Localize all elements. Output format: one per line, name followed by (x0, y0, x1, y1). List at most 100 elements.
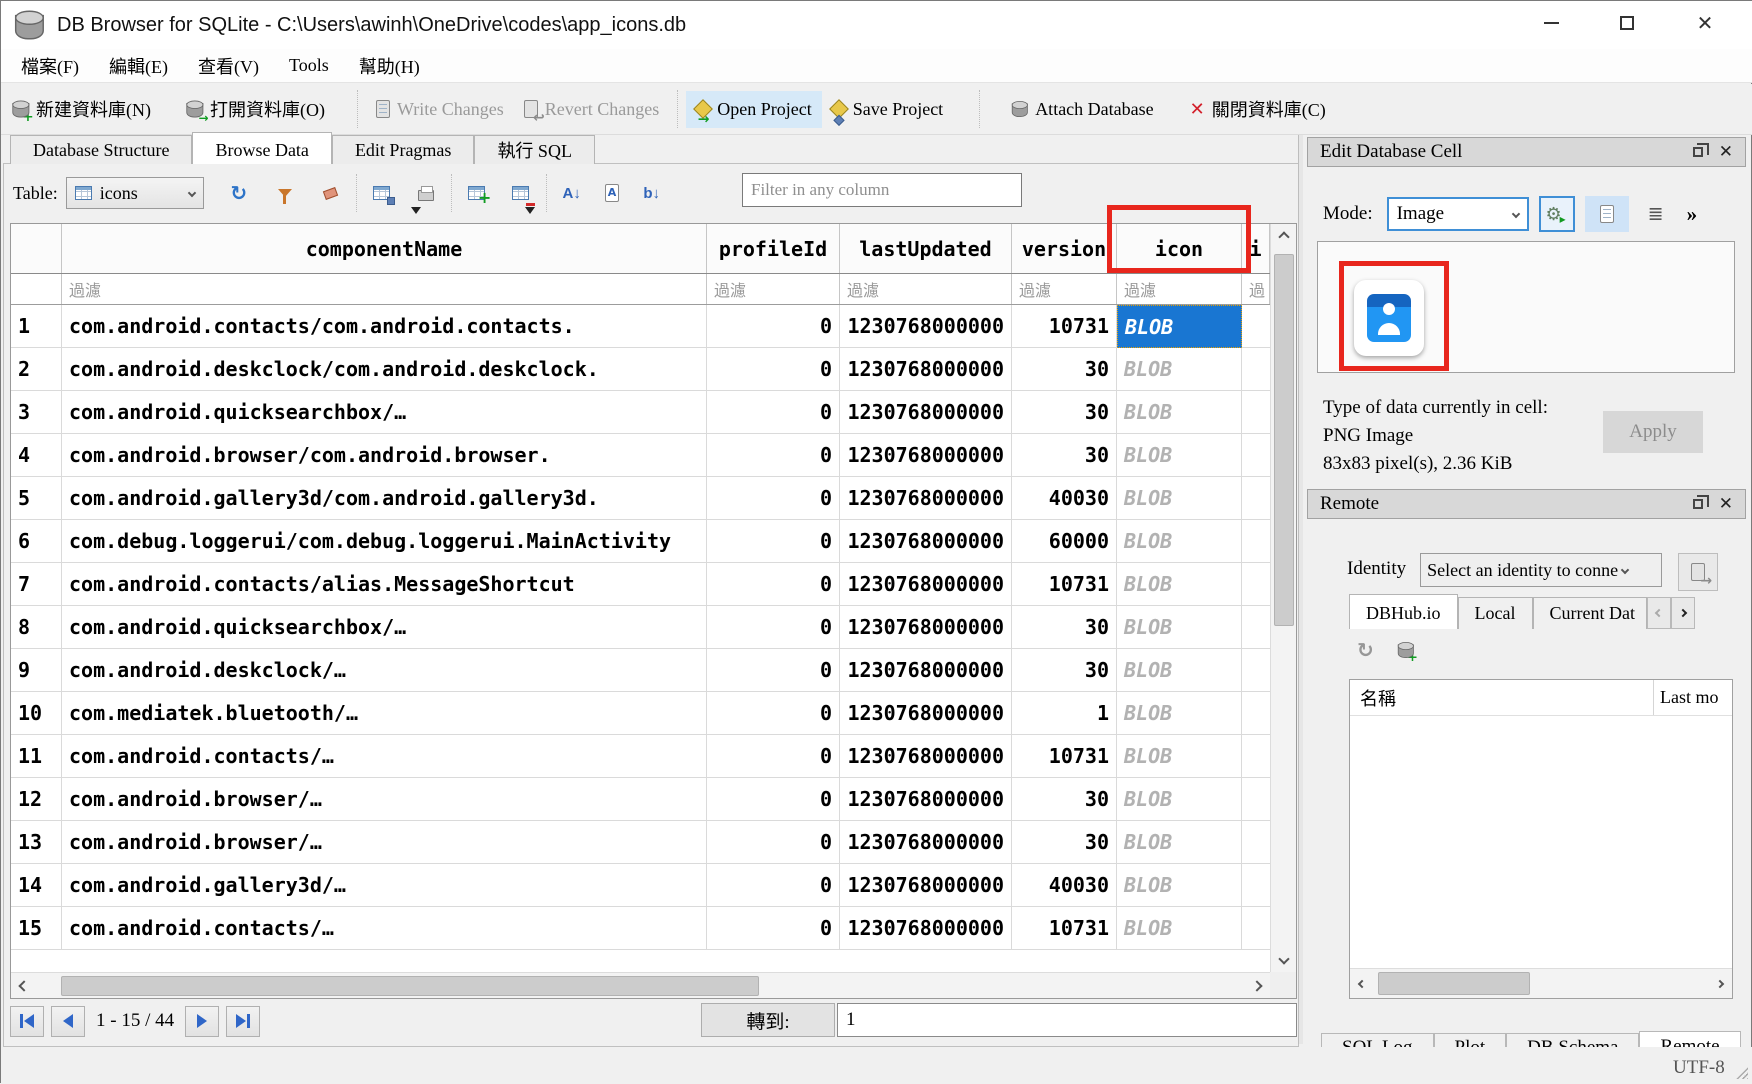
identity-apply-button[interactable]: → (1678, 553, 1718, 591)
last-record-button[interactable] (226, 1006, 260, 1037)
save-table-view-button[interactable] (365, 175, 399, 211)
filter-input-icon[interactable]: 過濾 (1117, 274, 1242, 304)
scroll-left-button[interactable] (11, 973, 37, 999)
tab-scroll-left-button[interactable] (1647, 597, 1671, 629)
cell-componentName[interactable]: com.android.contacts/… (62, 907, 707, 950)
table-row[interactable]: 4com.android.browser/com.android.browser… (11, 434, 1270, 477)
import-data-button[interactable]: ⚙ (1539, 196, 1575, 232)
cell-componentName[interactable]: com.android.deskclock/… (62, 649, 707, 692)
cell-lastUpdated[interactable]: 1230768000000 (840, 735, 1012, 778)
cell-icon-blob[interactable]: BLOB (1117, 821, 1242, 864)
row-number[interactable]: 7 (11, 563, 62, 606)
remote-col-name[interactable]: 名稱 (1350, 680, 1654, 715)
cell-icon-blob[interactable]: BLOB (1117, 305, 1242, 348)
save-project-button[interactable]: Save Project (822, 91, 953, 128)
row-number[interactable]: 6 (11, 520, 62, 563)
filter-any-column-input[interactable] (742, 173, 1022, 207)
vertical-scrollbar[interactable] (1270, 224, 1296, 972)
col-header-icon[interactable]: icon (1117, 224, 1242, 273)
cell-lastUpdated[interactable]: 1230768000000 (840, 563, 1012, 606)
filter-input-lastUpdated[interactable]: 過濾 (840, 274, 1012, 304)
table-row[interactable]: 3com.android.quicksearchbox/…01230768000… (11, 391, 1270, 434)
cell-version[interactable]: 1 (1012, 692, 1117, 735)
delete-record-button[interactable] (504, 175, 538, 211)
cell-version[interactable]: 30 (1012, 391, 1117, 434)
cell-profileId[interactable]: 0 (707, 907, 840, 950)
cell-version[interactable]: 30 (1012, 649, 1117, 692)
tab-execute-sql[interactable]: 執行 SQL (474, 135, 595, 164)
cell-lastUpdated[interactable]: 1230768000000 (840, 907, 1012, 950)
row-number[interactable]: 1 (11, 305, 62, 348)
scroll-right-button[interactable] (1708, 969, 1732, 998)
table-row[interactable]: 10com.mediatek.bluetooth/…01230768000000… (11, 692, 1270, 735)
cell-icon-blob[interactable]: BLOB (1117, 348, 1242, 391)
cell-lastUpdated[interactable]: 1230768000000 (840, 606, 1012, 649)
cell-icon-blob[interactable]: BLOB (1117, 692, 1242, 735)
cell-componentName[interactable]: com.android.quicksearchbox/… (62, 606, 707, 649)
cell-lastUpdated[interactable]: 1230768000000 (840, 305, 1012, 348)
cell-profileId[interactable]: 0 (707, 649, 840, 692)
cell-version[interactable]: 10731 (1012, 735, 1117, 778)
table-row[interactable]: 8com.android.quicksearchbox/…01230768000… (11, 606, 1270, 649)
cell-icon-blob[interactable]: BLOB (1117, 606, 1242, 649)
cell-componentName[interactable]: com.android.contacts/… (62, 735, 707, 778)
cell-version[interactable]: 30 (1012, 348, 1117, 391)
tab-database-structure[interactable]: Database Structure (10, 135, 192, 164)
dropdown-arrow-icon[interactable] (411, 207, 421, 214)
table-row[interactable]: 7com.android.contacts/alias.MessageShort… (11, 563, 1270, 606)
table-row[interactable]: 1com.android.contacts/com.android.contac… (11, 305, 1270, 348)
overflow-button[interactable]: » (1687, 202, 1698, 227)
cell-icon-blob[interactable]: BLOB (1117, 563, 1242, 606)
cell-version[interactable]: 60000 (1012, 520, 1117, 563)
cell-icon-blob[interactable]: BLOB (1117, 391, 1242, 434)
goto-button[interactable]: 轉到: (701, 1003, 835, 1037)
tab-dbhub[interactable]: DBHub.io (1349, 594, 1458, 629)
cell-lastUpdated[interactable]: 1230768000000 (840, 477, 1012, 520)
row-number[interactable]: 5 (11, 477, 62, 520)
dropdown-arrow-icon[interactable] (525, 207, 535, 214)
sort-desc-button[interactable]: b↓ (635, 175, 669, 211)
cell-lastUpdated[interactable]: 1230768000000 (840, 864, 1012, 907)
menu-tools[interactable]: Tools (281, 53, 337, 78)
row-number[interactable]: 11 (11, 735, 62, 778)
filter-input-profileId[interactable]: 過濾 (707, 274, 840, 304)
cell-profileId[interactable]: 0 (707, 606, 840, 649)
cell-profileId[interactable]: 0 (707, 391, 840, 434)
close-database-button[interactable]: ✕ 關閉資料庫(C) (1180, 88, 1336, 130)
first-record-button[interactable] (10, 1006, 44, 1037)
cell-profileId[interactable]: 0 (707, 778, 840, 821)
scroll-down-button[interactable] (1271, 946, 1297, 972)
filter-input-componentName[interactable]: 過濾 (62, 274, 707, 304)
cell-version[interactable]: 10731 (1012, 907, 1117, 950)
cell-lastUpdated[interactable]: 1230768000000 (840, 821, 1012, 864)
apply-button[interactable]: Apply (1603, 411, 1703, 453)
refresh-icon[interactable]: ↻ (1357, 638, 1374, 662)
revert-changes-button[interactable]: ↩ Revert Changes (514, 91, 669, 128)
print-button[interactable] (409, 175, 443, 211)
sort-asc-button[interactable]: A↓ (555, 175, 589, 211)
col-header-profileId[interactable]: profileId (707, 224, 840, 273)
refresh-table-button[interactable]: ↻ (222, 175, 256, 211)
open-project-button[interactable]: → Open Project (686, 91, 821, 128)
previous-record-button[interactable] (51, 1006, 85, 1037)
cell-version[interactable]: 40030 (1012, 477, 1117, 520)
scroll-right-button[interactable] (1244, 973, 1270, 999)
cell-lastUpdated[interactable]: 1230768000000 (840, 391, 1012, 434)
cell-lastUpdated[interactable]: 1230768000000 (840, 649, 1012, 692)
minimize-button[interactable] (1523, 1, 1579, 45)
table-row[interactable]: 12com.android.browser/…0123076800000030B… (11, 778, 1270, 821)
remote-horizontal-scrollbar[interactable] (1350, 968, 1732, 998)
scroll-up-button[interactable] (1271, 224, 1297, 250)
row-number[interactable]: 13 (11, 821, 62, 864)
row-number[interactable]: 10 (11, 692, 62, 735)
table-row[interactable]: 15com.android.contacts/…0123076800000010… (11, 907, 1270, 950)
cell-profileId[interactable]: 0 (707, 563, 840, 606)
menu-file[interactable]: 檔案(F) (13, 51, 87, 81)
row-number[interactable]: 14 (11, 864, 62, 907)
table-row[interactable]: 13com.android.browser/…0123076800000030B… (11, 821, 1270, 864)
clear-filters-button[interactable] (268, 175, 302, 211)
row-number[interactable]: 8 (11, 606, 62, 649)
cell-lastUpdated[interactable]: 1230768000000 (840, 692, 1012, 735)
attach-database-button[interactable]: Attach Database (1000, 91, 1163, 128)
vertical-scrollbar-thumb[interactable] (1274, 254, 1294, 626)
